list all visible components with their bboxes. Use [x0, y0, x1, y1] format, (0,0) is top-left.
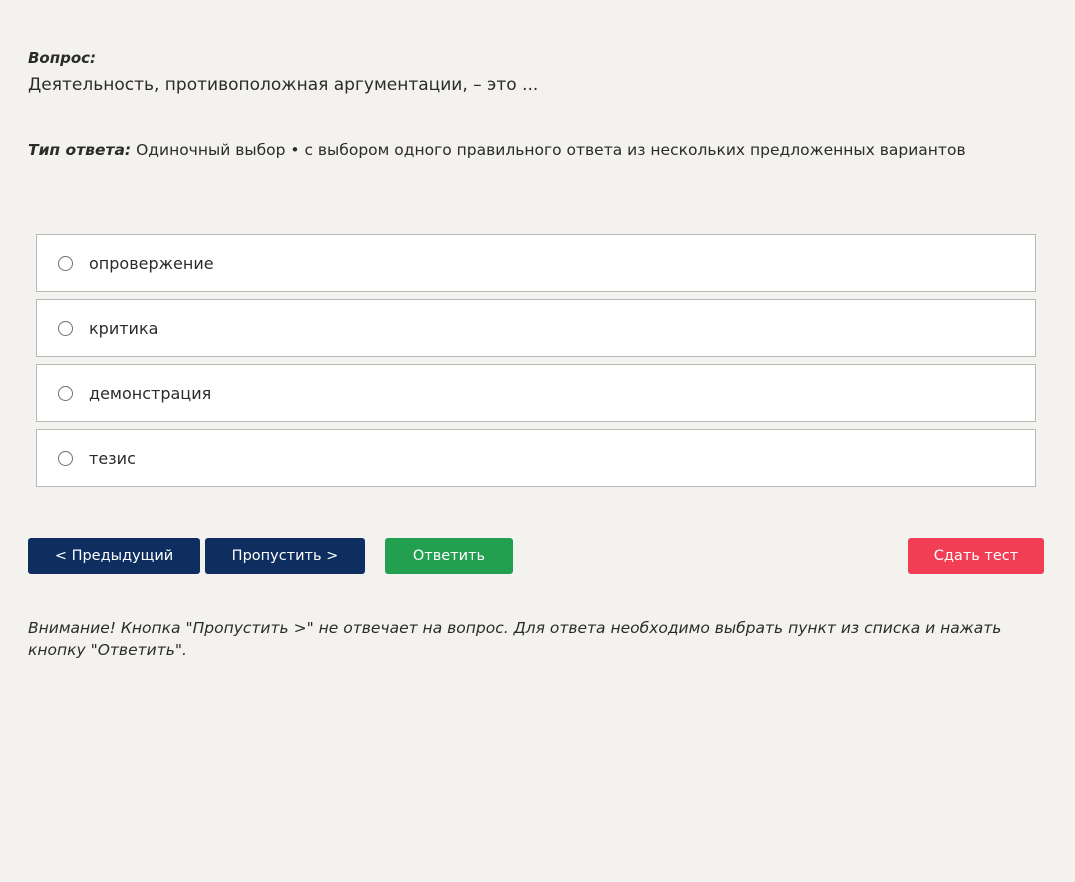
answer-option[interactable]: тезис — [36, 429, 1036, 487]
answer-type-value: Одиночный выбор • с выбором одного прави… — [136, 141, 966, 159]
submit-test-button[interactable]: Сдать тест — [908, 538, 1044, 574]
question-label: Вопрос: — [28, 49, 97, 67]
answer-type-label: Тип ответа: — [28, 141, 132, 159]
answer-options-list: опровержение критика демонстрация тезис — [36, 234, 1036, 494]
skip-button[interactable]: Пропустить > — [205, 538, 365, 574]
radio-button[interactable] — [58, 451, 73, 466]
radio-button[interactable] — [58, 321, 73, 336]
answer-option-label: тезис — [89, 449, 136, 468]
radio-button[interactable] — [58, 256, 73, 271]
radio-button[interactable] — [58, 386, 73, 401]
answer-button[interactable]: Ответить — [385, 538, 513, 574]
answer-option-label: критика — [89, 319, 159, 338]
answer-type: Тип ответа: Одиночный выбор • с выбором … — [28, 141, 966, 159]
answer-option[interactable]: опровержение — [36, 234, 1036, 292]
answer-option[interactable]: демонстрация — [36, 364, 1036, 422]
previous-button[interactable]: < Предыдущий — [28, 538, 200, 574]
notice-text: Внимание! Кнопка "Пропустить >" не отвеч… — [28, 619, 1002, 659]
question-text: Деятельность, противоположная аргументац… — [28, 75, 539, 95]
answer-option-label: опровержение — [89, 254, 214, 273]
answer-option-label: демонстрация — [89, 384, 212, 403]
answer-option[interactable]: критика — [36, 299, 1036, 357]
